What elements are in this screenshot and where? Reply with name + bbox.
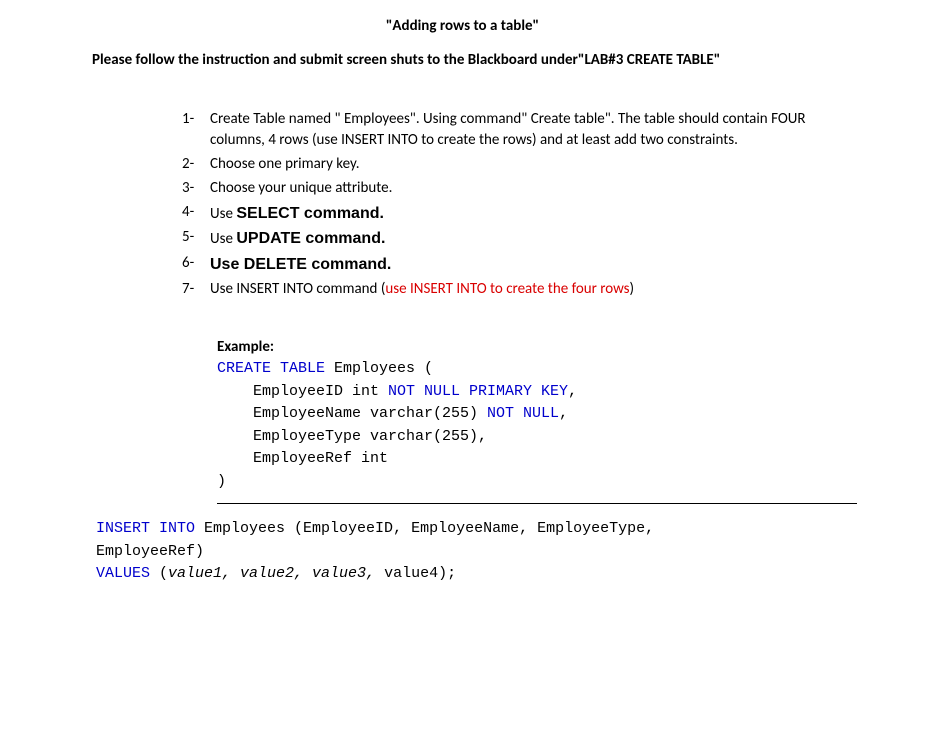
- step-number: 3-: [182, 178, 194, 200]
- step-text: Create Table named " Employees". Using c…: [210, 110, 806, 150]
- step-number: 7-: [182, 279, 194, 301]
- step-suffix: ): [630, 280, 635, 298]
- document-page: "Adding rows to a table" Please follow t…: [0, 0, 925, 586]
- steps-list: 1- Create Table named " Employees". Usin…: [92, 108, 833, 302]
- code-line: EmployeeID int NOT NULL PRIMARY KEY,: [217, 381, 833, 404]
- step-text: Choose your unique attribute.: [210, 179, 392, 197]
- step-number: 5-: [182, 227, 194, 249]
- example-code-block: Example: CREATE TABLE Employees ( Employ…: [217, 336, 833, 505]
- code-italic: value1, value2, value3,: [168, 565, 375, 582]
- step-command: SELECT command.: [236, 205, 384, 222]
- code-text: EmployeeID int: [217, 383, 388, 400]
- code-text: Employees (EmployeeID, EmployeeName, Emp…: [195, 520, 654, 537]
- page-title: "Adding rows to a table": [92, 16, 833, 38]
- code-text: value4);: [375, 565, 456, 582]
- step-number: 1-: [182, 109, 194, 131]
- code-line: EmployeeName varchar(255) NOT NULL,: [217, 403, 833, 426]
- step-number: 6-: [182, 253, 194, 275]
- code-text: ,: [568, 383, 577, 400]
- divider: [217, 503, 857, 504]
- sql-keyword: NOT NULL: [487, 405, 559, 422]
- step-4: 4- Use SELECT command.: [182, 201, 833, 227]
- code-line: EmployeeType varchar(255),: [217, 426, 833, 449]
- step-number: 2-: [182, 154, 194, 176]
- sql-keyword: CREATE TABLE: [217, 360, 325, 377]
- sql-keyword: INSERT INTO: [96, 520, 195, 537]
- step-prefix: Use: [210, 230, 236, 248]
- sql-keyword: NOT NULL PRIMARY KEY: [388, 383, 568, 400]
- code-line: VALUES (value1, value2, value3, value4);: [96, 563, 833, 586]
- insert-code-block: INSERT INTO Employees (EmployeeID, Emplo…: [92, 518, 833, 586]
- code-line: EmployeeRef): [96, 541, 833, 564]
- example-label: Example:: [217, 336, 833, 359]
- step-prefix: Use INSERT INTO command (: [210, 280, 385, 298]
- intro-paragraph: Please follow the instruction and submit…: [92, 50, 833, 72]
- step-7: 7- Use INSERT INTO command (use INSERT I…: [182, 278, 833, 302]
- code-line: INSERT INTO Employees (EmployeeID, Emplo…: [96, 518, 833, 541]
- code-text: Employees (: [325, 360, 433, 377]
- step-red-note: use INSERT INTO to create the four rows: [385, 280, 629, 298]
- code-text: (: [150, 565, 168, 582]
- step-6: 6- Use DELETE command.: [182, 252, 833, 278]
- step-number: 4-: [182, 202, 194, 224]
- step-text: Choose one primary key.: [210, 155, 360, 173]
- step-command: UPDATE command.: [236, 230, 385, 247]
- step-command: Use DELETE command.: [210, 256, 391, 273]
- code-line: CREATE TABLE Employees (: [217, 358, 833, 381]
- code-line: EmployeeRef int: [217, 448, 833, 471]
- code-text: EmployeeName varchar(255): [217, 405, 487, 422]
- step-2: 2- Choose one primary key.: [182, 153, 833, 177]
- step-5: 5- Use UPDATE command.: [182, 226, 833, 252]
- step-prefix: Use: [210, 205, 236, 223]
- sql-keyword: VALUES: [96, 565, 150, 582]
- step-1: 1- Create Table named " Employees". Usin…: [182, 108, 833, 154]
- step-3: 3- Choose your unique attribute.: [182, 177, 833, 201]
- code-text: ,: [559, 405, 568, 422]
- code-line: ): [217, 471, 833, 494]
